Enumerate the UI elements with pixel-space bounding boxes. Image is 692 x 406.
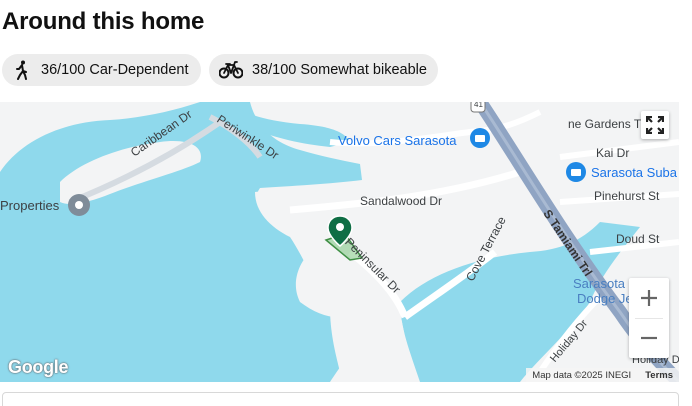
walking-person-icon [12, 60, 32, 80]
volvo-label[interactable]: Volvo Cars Sarasota [338, 133, 457, 148]
fullscreen-icon [646, 116, 664, 134]
kai-label: Kai Dr [596, 146, 630, 160]
sandalwood-label: Sandalwood Dr [360, 194, 443, 208]
gardens-label: ne Gardens Tra [568, 117, 652, 131]
properties-label: Properties [0, 198, 60, 213]
bicycle-icon [219, 60, 243, 80]
next-section-card [2, 392, 679, 406]
volvo-poi-icon [470, 128, 490, 148]
neighborhood-map[interactable]: 41 Caribbean Dr Periwinkle Dr Properties… [0, 102, 679, 382]
doud-label: Doud St [616, 232, 660, 246]
zoom-in-button[interactable] [629, 278, 669, 318]
pinehurst-label: Pinehurst St [594, 189, 660, 203]
map-attribution: Map data ©2025 INEGI Terms [526, 368, 679, 382]
terms-link[interactable]: Terms [645, 370, 673, 381]
score-chips: 36/100 Car-Dependent 38/100 Somewhat bik… [2, 54, 438, 86]
properties-poi-icon [68, 194, 90, 216]
route-41-label: 41 [474, 102, 483, 109]
peninsula-south [330, 301, 410, 374]
section-title: Around this home [2, 8, 205, 35]
bike-score-label: 38/100 Somewhat bikeable [252, 62, 427, 78]
attribution-text: Map data ©2025 INEGI [532, 369, 632, 381]
sarasota-dodge-label-1[interactable]: Sarasota [573, 276, 625, 291]
sarasota-suba-label[interactable]: Sarasota Suba [591, 165, 677, 180]
fullscreen-button[interactable] [641, 111, 669, 139]
zoom-out-button[interactable] [629, 318, 669, 358]
bike-score-chip[interactable]: 38/100 Somewhat bikeable [209, 54, 438, 86]
minus-icon [641, 336, 657, 340]
zoom-divider [635, 318, 663, 319]
zoom-controls [629, 278, 669, 358]
walk-score-label: 36/100 Car-Dependent [41, 62, 189, 78]
sarasota-suba-poi-icon [566, 162, 586, 182]
sarasota-dodge-label-2[interactable]: Dodge Je [577, 291, 633, 306]
plus-icon [641, 290, 657, 306]
walk-score-chip[interactable]: 36/100 Car-Dependent [2, 54, 201, 86]
google-logo[interactable]: Google [8, 357, 69, 378]
